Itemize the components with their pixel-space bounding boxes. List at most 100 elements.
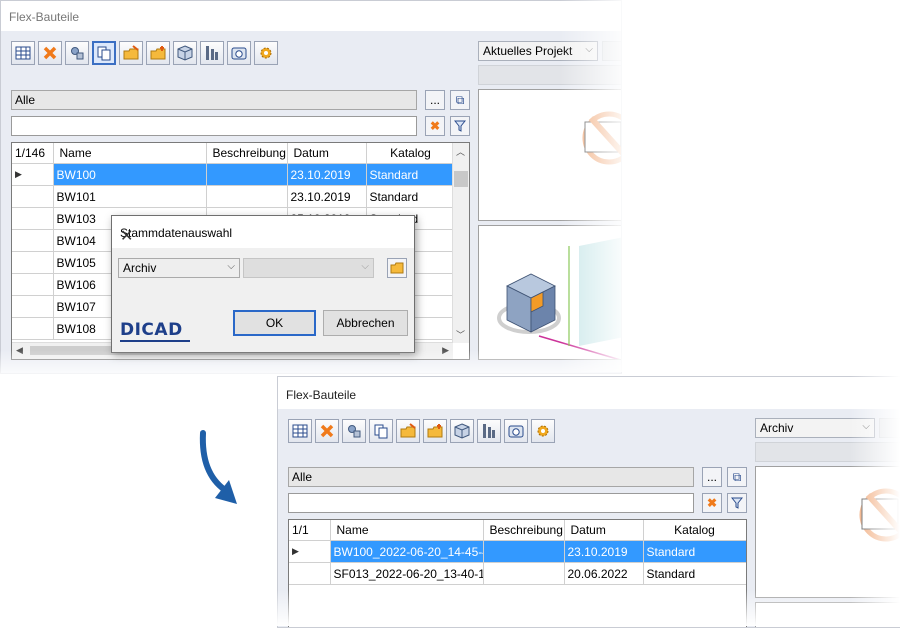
logo-underline [120, 340, 190, 342]
row-selector-icon: ▶ [289, 540, 331, 563]
row-header [12, 229, 54, 252]
delete-icon[interactable] [38, 41, 62, 65]
fade-overlay [560, 0, 630, 372]
project-select-value: Archiv [760, 421, 794, 435]
fade-overlay [270, 590, 900, 626]
box-icon[interactable] [173, 41, 197, 65]
secondary-select-disabled: ⌵ [243, 258, 374, 278]
dicad-logo: DICAD [120, 320, 183, 340]
more-label: ... [429, 93, 440, 107]
source-select-value: Archiv [123, 261, 157, 275]
delete-icon[interactable] [315, 419, 339, 443]
copy-icon[interactable] [92, 41, 116, 65]
dialog-title-bar: Stammdatenauswahl ✕ [112, 216, 414, 248]
filter-more-button[interactable]: ... [702, 467, 722, 487]
column-header-name[interactable]: Name [53, 143, 207, 164]
filter-more-button[interactable]: ... [425, 90, 445, 110]
row-header [12, 207, 54, 230]
folder-export-icon[interactable] [396, 419, 420, 443]
cell-name: BW101 [53, 185, 207, 208]
cell-katalog: Standard [366, 185, 456, 208]
chevron-down-icon: ⌵ [361, 261, 369, 272]
scroll-up-icon[interactable]: ︿ [456, 145, 465, 158]
settings-icon[interactable] [200, 41, 224, 65]
vertical-scroll-thumb[interactable] [454, 171, 468, 187]
settings-icon[interactable] [477, 419, 501, 443]
gear-icon[interactable] [531, 419, 555, 443]
cell-name: BW100 [53, 163, 207, 186]
camera-icon[interactable] [227, 41, 251, 65]
clear-filter-icon[interactable]: ✖ [702, 493, 722, 513]
project-select-value: Aktuelles Projekt [483, 44, 573, 58]
table-row[interactable]: BW101 23.10.2019 Standard [12, 185, 456, 208]
camera-icon[interactable] [504, 419, 528, 443]
row-selector-icon: ▶ [12, 163, 54, 186]
filter-field[interactable]: Alle [288, 467, 694, 487]
cell-katalog: Standard [643, 540, 746, 563]
window-link-icon[interactable]: ⧉ [727, 467, 747, 487]
folder-import-icon[interactable] [146, 41, 170, 65]
cell-beschreibung [206, 185, 288, 208]
box-icon[interactable] [450, 419, 474, 443]
toolbar [11, 41, 278, 65]
cell-datum: 23.10.2019 [564, 540, 644, 563]
scroll-down-icon[interactable]: ﹀ [456, 328, 465, 341]
folder-import-icon[interactable] [423, 419, 447, 443]
cell-beschreibung [483, 540, 565, 563]
chevron-down-icon: ⌵ [227, 261, 235, 272]
column-header-name[interactable]: Name [330, 520, 484, 541]
window-title: Flex-Bauteile [286, 388, 357, 402]
row-header [12, 185, 54, 208]
flex-bauteile-window-top: Flex-Bauteile Aktuelles Projekt ⌵ Alle .… [0, 0, 622, 374]
column-header-beschreibung[interactable]: Beschreibung [483, 520, 565, 541]
table-icon[interactable] [288, 419, 312, 443]
cell-beschreibung [206, 163, 288, 186]
column-header-datum[interactable]: Datum [287, 143, 367, 164]
close-icon[interactable]: ✕ [120, 226, 404, 246]
filter-value: Alle [15, 93, 36, 107]
table-row[interactable]: SF013_2022-06-20_13-40-17 20.06.2022 Sta… [289, 562, 746, 585]
cell-datum: 20.06.2022 [564, 562, 644, 585]
copy-icon[interactable] [369, 419, 393, 443]
fade-overlay [850, 376, 900, 626]
clear-filter-icon[interactable]: ✖ [425, 116, 445, 136]
record-count: 1/1 [289, 520, 331, 541]
row-header [12, 273, 54, 296]
cell-katalog: Standard [643, 562, 746, 585]
gear-icon[interactable] [254, 41, 278, 65]
cell-name: BW100_2022-06-20_14-45-43 [330, 540, 484, 563]
row-header [289, 562, 331, 585]
tools-icon[interactable] [342, 419, 366, 443]
vertical-scrollbar[interactable]: ︿ ﹀ [452, 143, 469, 343]
filter-field[interactable]: Alle [11, 90, 417, 110]
cell-datum: 23.10.2019 [287, 185, 367, 208]
column-header-katalog[interactable]: Katalog [366, 143, 456, 164]
cell-name: SF013_2022-06-20_13-40-17 [330, 562, 484, 585]
folder-export-icon[interactable] [119, 41, 143, 65]
transition-arrow-icon [199, 430, 237, 504]
search-input[interactable] [11, 116, 417, 136]
table-row[interactable]: ▶ BW100 23.10.2019 Standard [12, 163, 456, 186]
toolbar [288, 419, 555, 443]
folder-open-icon[interactable] [387, 258, 407, 278]
title-bar: Flex-Bauteile [1, 1, 621, 31]
column-header-katalog[interactable]: Katalog [643, 520, 746, 541]
table-row[interactable]: ▶ BW100_2022-06-20_14-45-43 23.10.2019 S… [289, 540, 746, 563]
cell-beschreibung [483, 562, 565, 585]
cancel-button[interactable]: Abbrechen [323, 310, 408, 336]
column-header-datum[interactable]: Datum [564, 520, 644, 541]
stammdatenauswahl-dialog: Stammdatenauswahl ✕ Archiv ⌵ ⌵ DICAD OK … [111, 215, 415, 353]
table-icon[interactable] [11, 41, 35, 65]
source-select[interactable]: Archiv ⌵ [118, 258, 240, 278]
filter-icon[interactable] [450, 116, 470, 136]
search-input[interactable] [288, 493, 694, 513]
more-label: ... [706, 470, 717, 484]
row-header [12, 251, 54, 274]
ok-button[interactable]: OK [233, 310, 316, 336]
tools-icon[interactable] [65, 41, 89, 65]
record-count: 1/146 [12, 143, 54, 164]
column-header-beschreibung[interactable]: Beschreibung [206, 143, 288, 164]
filter-value: Alle [292, 470, 313, 484]
window-link-icon[interactable]: ⧉ [450, 90, 470, 110]
filter-icon[interactable] [727, 493, 747, 513]
